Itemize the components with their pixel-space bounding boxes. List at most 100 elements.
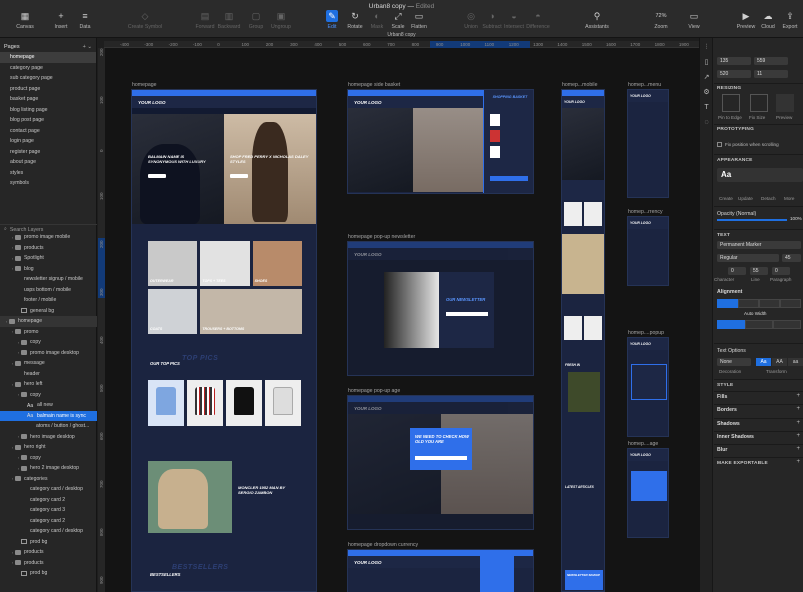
- alignment-control[interactable]: [717, 299, 801, 308]
- page-item[interactable]: blog post page: [0, 115, 96, 126]
- canvas-button[interactable]: ▦ Canvas: [5, 10, 45, 31]
- artboard-homepage[interactable]: YOUR LOGO BALMAIN NAME IS SYNONYMOUS WIT…: [131, 89, 317, 592]
- page-item[interactable]: styles: [0, 168, 96, 179]
- prototype-icon[interactable]: ↗: [703, 74, 710, 81]
- layer-row[interactable]: › message: [0, 358, 97, 369]
- layer-row[interactable]: category card / desktop: [0, 526, 97, 537]
- canvas[interactable]: homepage YOUR LOGO BALMAIN NAME IS SYNON…: [105, 48, 699, 592]
- decoration-select[interactable]: None: [717, 358, 751, 366]
- page-item[interactable]: blog listing page: [0, 105, 96, 116]
- layer-row[interactable]: › copy: [0, 453, 97, 464]
- update-label[interactable]: Update: [738, 196, 753, 201]
- artboard-label-popup-age[interactable]: homepage pop-up age: [348, 388, 400, 394]
- page-item[interactable]: register page: [0, 147, 96, 158]
- artboard-popup[interactable]: YOUR LOGO: [627, 337, 669, 437]
- add-inner-shadow-icon[interactable]: +: [796, 433, 800, 439]
- character-spacing-field[interactable]: 0: [728, 267, 746, 275]
- comment-icon[interactable]: ◌: [703, 119, 710, 126]
- transform-none-option[interactable]: Aa: [756, 358, 771, 366]
- font-weight-field[interactable]: Regular: [717, 254, 779, 262]
- make-exportable-header[interactable]: MAKE EXPORTABLE: [717, 461, 768, 466]
- add-fill-icon[interactable]: +: [796, 393, 800, 399]
- layer-row[interactable]: atoms / button / ghost...: [0, 421, 97, 432]
- create-label[interactable]: Create: [719, 196, 733, 201]
- document-tab[interactable]: Urban8 copy: [104, 31, 699, 39]
- difference-button[interactable]: ◓ Difference: [518, 10, 558, 30]
- layer-row[interactable]: › Spotlight: [0, 253, 97, 264]
- artboard-label-dropdown-currency[interactable]: homepage dropdown currency: [348, 542, 418, 548]
- layer-row[interactable]: › hero left: [0, 379, 97, 390]
- add-page-icon[interactable]: + ⌄: [83, 44, 92, 50]
- artboard-label-currency[interactable]: homep...rrency: [628, 209, 663, 215]
- add-export-icon[interactable]: +: [796, 459, 800, 465]
- fills-section[interactable]: Fills: [717, 394, 727, 400]
- ungroup-button[interactable]: ▣ Ungroup: [261, 10, 301, 31]
- layer-row[interactable]: › copy: [0, 337, 97, 348]
- font-family-field[interactable]: Permanent Marker: [717, 241, 801, 249]
- view-button[interactable]: ▭ View: [674, 10, 714, 31]
- font-size-field[interactable]: 45: [782, 254, 801, 262]
- layer-row[interactable]: › products: [0, 243, 97, 254]
- borders-section[interactable]: Borders: [717, 407, 737, 413]
- align-top-option[interactable]: [717, 320, 745, 329]
- align-bottom-option[interactable]: [773, 320, 801, 329]
- layer-row[interactable]: › promo image mobile: [0, 232, 97, 243]
- layer-row[interactable]: newsletter signup / mobile: [0, 274, 97, 285]
- layer-row[interactable]: › products: [0, 547, 97, 558]
- layer-row[interactable]: › copy: [0, 390, 97, 401]
- layer-row[interactable]: category card 3: [0, 505, 97, 516]
- pin-to-edge-control[interactable]: [722, 94, 740, 112]
- layer-row[interactable]: › promo: [0, 327, 97, 338]
- layout-icon[interactable]: ▯: [703, 59, 710, 66]
- shadows-section[interactable]: Shadows: [717, 421, 740, 427]
- page-item[interactable]: login page: [0, 136, 96, 147]
- page-item[interactable]: sub category page: [0, 73, 96, 84]
- add-shadow-icon[interactable]: +: [796, 420, 800, 426]
- opacity-slider[interactable]: [717, 219, 787, 221]
- page-item[interactable]: homepage: [0, 52, 96, 63]
- width-field[interactable]: 520: [717, 70, 751, 78]
- layer-row[interactable]: footer / mobile: [0, 295, 97, 306]
- layer-row[interactable]: Aa balmain name is sync: [0, 410, 97, 421]
- inner-shadows-section[interactable]: Inner Shadows: [717, 434, 754, 440]
- align-right-option[interactable]: [759, 299, 780, 308]
- page-item[interactable]: basket page: [0, 94, 96, 105]
- more-label[interactable]: More: [784, 196, 794, 201]
- zoom-value[interactable]: 72%: [646, 10, 676, 22]
- align-icon[interactable]: ⫶: [703, 44, 710, 51]
- layer-row[interactable]: category card / desktop: [0, 484, 97, 495]
- fix-position-checkbox[interactable]: [717, 142, 722, 147]
- artboard-label-side-basket[interactable]: homepage side basket: [348, 82, 400, 88]
- artboard-currency[interactable]: YOUR LOGO: [627, 216, 669, 286]
- artboard-mobile[interactable]: YOUR LOGO FRESH IN LATEST ARTICLES NEWSL…: [561, 89, 605, 592]
- artboard-age-mobile[interactable]: YOUR LOGO: [627, 448, 669, 538]
- artboard-label-popup-newsletter[interactable]: homepage pop-up newsletter: [348, 234, 415, 240]
- text-icon[interactable]: T: [703, 104, 710, 111]
- vertical-alignment-control[interactable]: [717, 320, 801, 329]
- artboard-label-mobile[interactable]: homep...mobile: [562, 82, 597, 88]
- page-item[interactable]: product page: [0, 84, 96, 95]
- transform-uppercase-option[interactable]: AA: [772, 358, 787, 366]
- assistants-button[interactable]: ⚲ Assistants: [577, 10, 617, 31]
- detach-label[interactable]: Detach: [761, 196, 776, 201]
- artboard-popup-age[interactable]: YOUR LOGO WE NEED TO CHECK HOW OLD YOU A…: [347, 395, 534, 530]
- align-middle-option[interactable]: [745, 320, 773, 329]
- layer-row[interactable]: › products: [0, 558, 97, 569]
- page-item[interactable]: symbols: [0, 178, 96, 189]
- text-style-selector[interactable]: Aa: [717, 168, 803, 182]
- layer-row[interactable]: usps bottom / mobile: [0, 285, 97, 296]
- opacity-value[interactable]: 100%: [790, 216, 802, 221]
- artboard-popup-newsletter[interactable]: YOUR LOGO OUR NEWSLETTER: [347, 241, 534, 376]
- align-left-option[interactable]: [717, 299, 738, 308]
- artboard-menu[interactable]: YOUR LOGO: [627, 89, 669, 198]
- add-border-icon[interactable]: +: [796, 406, 800, 412]
- artboard-label-age-mobile[interactable]: homep....age: [628, 441, 658, 447]
- layer-row[interactable]: › blog: [0, 264, 97, 275]
- horizontal-ruler[interactable]: -400 -300 -200 -100 0 100 200 300 400 500 600 700 80…: [104, 41, 699, 48]
- auto-width-label[interactable]: Auto Width: [744, 311, 766, 316]
- y-field[interactable]: 559: [754, 57, 788, 65]
- layer-row[interactable]: › categories: [0, 474, 97, 485]
- artboard-label-popup[interactable]: homep....popup: [628, 330, 664, 336]
- layer-row[interactable]: header: [0, 369, 97, 380]
- layer-row[interactable]: › promo image desktop: [0, 348, 97, 359]
